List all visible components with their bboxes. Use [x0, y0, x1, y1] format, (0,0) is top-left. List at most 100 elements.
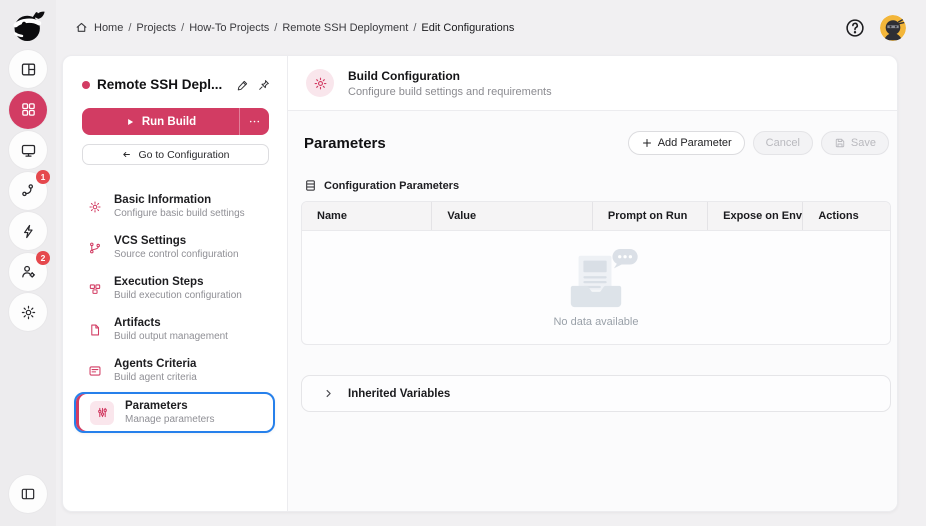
- git-branch-icon: [90, 242, 100, 253]
- nav-item-execution-steps[interactable]: Execution Steps Build execution configur…: [63, 268, 287, 309]
- user-avatar[interactable]: [880, 14, 906, 41]
- column-header-actions: Actions: [802, 202, 890, 230]
- file-icon: [91, 324, 100, 335]
- inherited-variables-label: Inherited Variables: [348, 387, 451, 400]
- run-build-button[interactable]: Run Build: [82, 108, 269, 135]
- nav-item-title: VCS Settings: [114, 234, 187, 247]
- breadcrumb: Home / Projects / How-To Projects / Remo…: [75, 21, 514, 34]
- left-rail: 1 2: [0, 0, 56, 526]
- chevron-right-icon: [326, 389, 331, 398]
- steps-blocks-icon: [89, 283, 101, 294]
- content-header: Build Configuration Configure build sett…: [288, 56, 897, 111]
- parameters-table-empty-state: No data available: [302, 231, 890, 344]
- table-list-icon: [306, 180, 315, 191]
- parameters-table-header: Name Value Prompt on Run Expose on Env A…: [302, 202, 890, 231]
- project-status-dot: [82, 80, 90, 89]
- empty-inbox-illustration: [570, 248, 638, 307]
- project-panel: Remote SSH Depl... Run Build Go to Confi…: [63, 56, 288, 511]
- breadcrumb-separator: /: [274, 21, 278, 34]
- help-button[interactable]: [844, 17, 866, 39]
- configuration-parameters-label: Configuration Parameters: [324, 179, 460, 192]
- breadcrumb-home[interactable]: Home: [94, 22, 123, 34]
- nav-item-basic-information[interactable]: Basic Information Configure basic build …: [63, 186, 287, 227]
- edit-title-button[interactable]: [236, 78, 250, 92]
- monitors-nav-button[interactable]: [9, 131, 47, 169]
- agents-nav-button[interactable]: 2: [9, 250, 50, 291]
- sliders-icon: [97, 407, 107, 418]
- gear-icon: [21, 305, 35, 319]
- column-header-value: Value: [431, 202, 592, 230]
- agent-card-icon: [89, 365, 101, 376]
- content-header-subtitle: Configure build settings and requirement…: [348, 85, 552, 98]
- goto-configuration-label: Go to Configuration: [138, 148, 230, 161]
- home-icon: [76, 22, 87, 32]
- cancel-label: Cancel: [765, 137, 800, 149]
- nav-item-parameters[interactable]: Parameters Manage parameters: [74, 392, 275, 433]
- run-build-more-button[interactable]: [239, 108, 269, 135]
- dashboard-nav-button[interactable]: [9, 50, 47, 88]
- column-header-name: Name: [317, 210, 347, 222]
- save-button[interactable]: Save: [820, 131, 889, 155]
- breadcrumb-separator: /: [413, 21, 417, 34]
- config-section-nav: Basic Information Configure basic build …: [63, 186, 287, 433]
- page-title: Parameters: [304, 134, 386, 152]
- play-icon: [127, 118, 133, 125]
- question-icon: [846, 18, 864, 37]
- run-build-label: Run Build: [141, 115, 197, 128]
- nav-item-agents-criteria[interactable]: Agents Criteria Build agent criteria: [63, 350, 287, 391]
- pin-button[interactable]: [257, 78, 271, 92]
- breadcrumb-edit-configurations: Edit Configurations: [421, 21, 515, 34]
- main-container: Remote SSH Depl... Run Build Go to Confi…: [62, 55, 898, 512]
- nav-item-subtitle: Source control configuration: [114, 249, 239, 261]
- nav-item-title: Parameters: [125, 399, 188, 412]
- breadcrumb-projects[interactable]: Projects: [136, 22, 176, 34]
- content-header-title: Build Configuration: [348, 68, 460, 83]
- avatar-ninja-image: [880, 14, 906, 41]
- nav-item-title: Basic Information: [114, 193, 212, 206]
- nav-item-title: Agents Criteria: [114, 357, 197, 370]
- configuration-parameters-group: Configuration Parameters: [304, 179, 889, 192]
- breadcrumb-separator: /: [128, 21, 132, 34]
- breadcrumb-separator: /: [181, 21, 185, 34]
- nav-item-subtitle: Build agent criteria: [114, 372, 197, 384]
- collapse-panel-icon: [21, 488, 35, 500]
- save-floppy-icon: [835, 138, 845, 148]
- breadcrumb-howto-projects[interactable]: How-To Projects: [189, 22, 269, 34]
- webhooks-icon: [21, 184, 33, 197]
- inherited-variables-accordion[interactable]: Inherited Variables: [301, 375, 891, 412]
- add-parameter-button[interactable]: Add Parameter: [627, 131, 745, 155]
- plus-icon: [642, 139, 651, 147]
- parameters-table: Name Value Prompt on Run Expose on Env A…: [301, 201, 891, 345]
- project-title: Remote SSH Depl...: [97, 77, 223, 92]
- breadcrumb-remote-ssh-deployment[interactable]: Remote SSH Deployment: [282, 22, 408, 34]
- nav-item-title: Artifacts: [114, 316, 161, 329]
- build-config-gear-icon: [314, 77, 326, 89]
- nav-item-subtitle: Manage parameters: [125, 414, 215, 426]
- save-label: Save: [850, 137, 876, 149]
- more-dots-icon: [249, 120, 260, 123]
- nav-item-vcs-settings[interactable]: VCS Settings Source control configuratio…: [63, 227, 287, 268]
- collapse-sidebar-button[interactable]: [9, 475, 47, 513]
- agents-badge: 2: [36, 250, 50, 265]
- projects-grid-icon: [21, 103, 35, 116]
- user-settings-icon: [21, 265, 35, 278]
- dashboard-icon: [21, 63, 35, 75]
- nav-item-subtitle: Build output management: [114, 331, 228, 343]
- gear-icon: [89, 200, 101, 213]
- triggers-nav-button[interactable]: [9, 212, 47, 250]
- projects-nav-button[interactable]: [9, 90, 47, 129]
- goto-configuration-button[interactable]: Go to Configuration: [82, 144, 269, 165]
- add-parameter-label: Add Parameter: [657, 137, 732, 149]
- settings-nav-button[interactable]: [9, 293, 47, 331]
- empty-state-text: No data available: [553, 315, 639, 328]
- pencil-icon: [237, 80, 248, 90]
- monitor-icon: [21, 144, 35, 157]
- app-logo-icon[interactable]: [9, 7, 47, 45]
- pipelines-badge: 1: [36, 169, 50, 184]
- pipelines-nav-button[interactable]: 1: [9, 169, 50, 210]
- content-body: Parameters Add Parameter Cancel Save Con…: [288, 111, 897, 511]
- arrow-left-icon: [123, 151, 131, 158]
- nav-item-artifacts[interactable]: Artifacts Build output management: [63, 309, 287, 350]
- cancel-button[interactable]: Cancel: [752, 131, 813, 155]
- nav-item-title: Execution Steps: [114, 275, 204, 288]
